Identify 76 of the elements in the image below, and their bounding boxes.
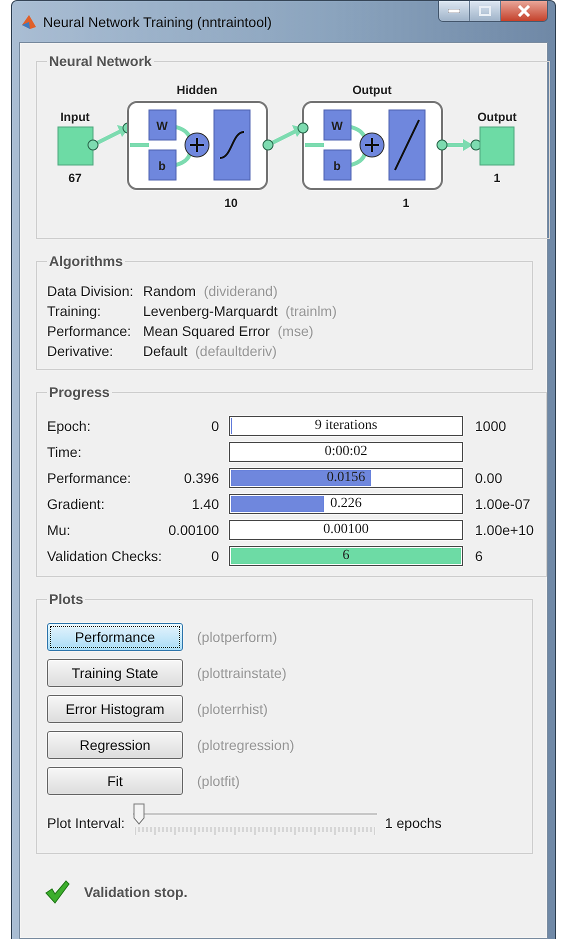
plot-function: (plottrainstate): [197, 665, 288, 681]
output-size: 1: [494, 171, 500, 185]
sum-icon: [184, 132, 210, 158]
plot-function: (ploterrhist): [197, 701, 269, 717]
input-label: Input: [60, 110, 90, 124]
panel-title: Algorithms: [48, 253, 124, 269]
plot-button[interactable]: Regression: [47, 731, 183, 759]
progress-bar: 9 iterations: [229, 416, 463, 436]
sigmoid-curve-icon: [220, 131, 244, 159]
layer-size: 1: [402, 196, 410, 210]
start-value: 0.00100: [168, 522, 219, 538]
end-value: 1000: [475, 418, 506, 434]
slider-label: Plot Interval:: [47, 815, 125, 831]
field-label: Data Division:: [47, 283, 134, 299]
field-value: Default (defaultderiv): [143, 343, 278, 359]
connector-arrow: [436, 139, 482, 151]
panel-title: Plots: [48, 591, 84, 607]
plot-function: (plotperform): [197, 629, 278, 645]
slider-thumb[interactable]: [132, 803, 145, 825]
start-value: 0: [211, 548, 219, 564]
output-node: [480, 126, 514, 166]
slider-value: 1 epochs: [384, 815, 442, 831]
end-value: 1.00e-07: [475, 496, 530, 512]
close-button[interactable]: [501, 1, 547, 21]
start-value: 0: [211, 418, 219, 434]
bias-block: b: [324, 150, 352, 180]
minimize-icon: [448, 9, 460, 13]
plot-button[interactable]: Fit: [47, 767, 183, 795]
plot-function: (plotfit): [197, 773, 241, 789]
plot-button[interactable]: Error Histogram: [47, 695, 183, 723]
end-value: 1.00e+10: [475, 522, 534, 538]
weight-block: W: [324, 110, 352, 140]
interval-slider[interactable]: [132, 803, 377, 837]
progress-label: Time:: [47, 444, 82, 460]
sum-icon: [360, 132, 384, 158]
field-label: Derivative:: [47, 343, 114, 359]
maximize-button[interactable]: [470, 1, 501, 21]
progress-label: Mu:: [47, 522, 72, 538]
connector-arrow: [262, 122, 308, 150]
start-value: 1.40: [192, 496, 219, 512]
field-label: Training:: [47, 303, 102, 319]
output-label: Output: [477, 110, 517, 124]
layer-title: Hidden: [176, 83, 218, 97]
progress-bar: 0.226: [229, 494, 463, 514]
input-node: [58, 126, 94, 166]
plot-button[interactable]: Performance: [47, 623, 183, 651]
progress-label: Validation Checks:: [47, 548, 163, 564]
end-value: 6: [475, 548, 483, 564]
window-title: Neural Network Training (nntraintool): [43, 14, 273, 30]
progress-bar: 0.0156: [229, 468, 463, 488]
end-value: 0.00: [475, 470, 502, 486]
checkmark-icon: [44, 880, 70, 904]
input-size: 67: [68, 171, 82, 185]
weight-block: W: [148, 110, 176, 140]
minimize-button[interactable]: [439, 1, 470, 21]
progress-label: Gradient:: [47, 496, 106, 512]
app-icon: [21, 12, 37, 30]
plot-function: (plotregression): [197, 737, 296, 753]
panel-title: Neural Network: [48, 53, 153, 69]
progress-bar: 6: [229, 546, 463, 566]
plot-button[interactable]: Training State: [47, 659, 183, 687]
layer-title: Output: [352, 83, 392, 97]
progress-label: Performance:: [47, 470, 132, 486]
progress-label: Epoch:: [47, 418, 92, 434]
start-value: 0.396: [184, 470, 219, 486]
field-label: Performance:: [47, 323, 132, 339]
layer-size: 10: [224, 196, 238, 210]
field-value: Mean Squared Error (mse): [143, 323, 314, 339]
field-value: Random (dividerand): [143, 283, 279, 299]
linear-line-icon: [394, 120, 420, 170]
bias-block: b: [148, 150, 176, 180]
field-value: Levenberg-Marquardt (trainlm): [143, 303, 338, 319]
close-icon: [517, 5, 531, 17]
panel-title: Progress: [48, 384, 111, 400]
status-message: Validation stop.: [84, 884, 188, 900]
maximize-icon: [479, 6, 491, 16]
